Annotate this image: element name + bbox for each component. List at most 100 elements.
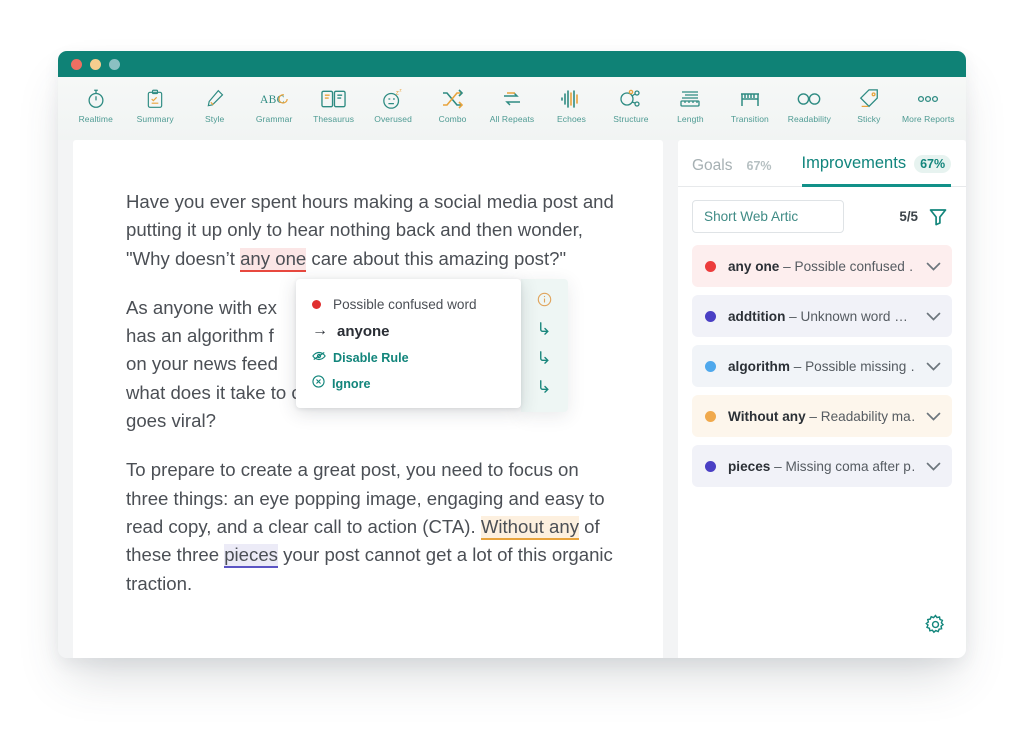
toolbar-item-all-repeats[interactable]: All Repeats <box>482 83 541 124</box>
suggestion-item[interactable]: pieces – Missing coma after p… <box>692 445 952 487</box>
toolbar-item-realtime[interactable]: Realtime <box>66 83 125 124</box>
popup-action-strip <box>521 279 568 412</box>
toolbar-item-label: Transition <box>730 114 769 124</box>
suggestion-text: pieces – Missing coma after p… <box>728 459 914 474</box>
suggestion-text: addtition – Unknown word … <box>728 309 914 324</box>
suggestion-desc: Unknown word … <box>800 308 908 324</box>
ellipsis-icon <box>913 86 943 112</box>
severity-dot-icon <box>705 310 716 322</box>
highlight-pieces[interactable]: pieces <box>224 544 278 569</box>
toolbar-item-label: Summary <box>136 114 174 124</box>
chevron-down-icon[interactable] <box>926 258 941 274</box>
apply-arrow-icon[interactable] <box>537 379 552 397</box>
toolbar-item-sticky[interactable]: Sticky <box>839 83 898 124</box>
apply-arrow-icon[interactable] <box>537 321 552 339</box>
suggestion-term: algorithm <box>728 358 790 374</box>
minimize-button[interactable] <box>90 58 101 70</box>
svg-text:z: z <box>396 89 399 96</box>
bridge-icon <box>735 86 765 112</box>
toolbar-item-label: Overused <box>374 114 412 124</box>
toolbar-item-label: More Reports <box>901 114 955 124</box>
app-window: Realtime Summary Style ABC Grammar Thesa… <box>58 51 966 658</box>
toolbar-item-more-reports[interactable]: More Reports <box>899 83 958 124</box>
waveform-icon <box>556 86 586 112</box>
p2-line1: As anyone with ex <box>126 296 277 318</box>
popup-disable-rule[interactable]: Disable Rule <box>296 345 521 370</box>
severity-dot-icon <box>705 260 716 272</box>
gear-icon[interactable] <box>925 614 946 640</box>
toolbar-item-summary[interactable]: Summary <box>125 83 184 124</box>
toolbar-item-combo[interactable]: Combo <box>423 83 482 124</box>
popup-issue-row: Possible confused word <box>296 292 521 317</box>
info-icon[interactable] <box>537 292 552 310</box>
repeat-icon <box>497 86 527 112</box>
suggestion-dash: – <box>785 308 801 324</box>
chevron-down-icon[interactable] <box>926 458 941 474</box>
toolbar-item-grammar[interactable]: ABC Grammar <box>244 83 303 124</box>
book-icon <box>319 86 349 112</box>
tab-goals-label: Goals <box>692 157 733 174</box>
eye-off-icon <box>312 350 326 365</box>
editor-pane[interactable]: Have you ever spent hours making a socia… <box>73 140 663 658</box>
workspace: Have you ever spent hours making a socia… <box>58 140 966 658</box>
popup-ignore[interactable]: Ignore <box>296 370 521 396</box>
highlight-without-any[interactable]: Without any <box>480 515 580 540</box>
suggestion-item[interactable]: Without any – Readability ma… <box>692 395 952 437</box>
toolbar-item-structure[interactable]: Structure <box>601 83 660 124</box>
p2-line3: on your news feed <box>126 353 278 375</box>
suggestion-desc: Possible confused … <box>794 258 915 274</box>
suggestion-item[interactable]: algorithm – Possible missing … <box>692 345 952 387</box>
disable-rule-wrap[interactable]: Disable Rule <box>312 350 409 365</box>
toolbar-item-thesaurus[interactable]: Thesaurus <box>304 83 363 124</box>
funnel-icon[interactable] <box>928 207 948 227</box>
suggestion-dash: – <box>805 408 821 424</box>
suggestion-dash: – <box>779 258 795 274</box>
sidebar-tabs: Goals 67% Improvements 67% <box>678 140 966 187</box>
goal-select[interactable]: Short Web Artic <box>692 200 844 233</box>
sidebar-footer <box>678 614 966 658</box>
suggestion-term: Without any <box>728 408 806 424</box>
suggestion-desc: Missing coma after p… <box>785 458 914 474</box>
suggestion-text: algorithm – Possible missing … <box>728 359 914 374</box>
toolbar-item-label: Grammar <box>255 114 293 124</box>
severity-dot-icon <box>705 360 716 372</box>
suggestion-desc: Possible missing … <box>805 358 914 374</box>
tab-goals[interactable]: Goals 67% <box>692 157 778 186</box>
arrow-right-icon: → <box>312 322 328 339</box>
toolbar-item-label: Length <box>677 114 704 124</box>
p1-after: care about this amazing post?" <box>306 247 567 269</box>
issue-dot-icon <box>312 300 321 309</box>
toolbar-item-overused[interactable]: z z Overused <box>363 83 422 124</box>
toolbar-item-transition[interactable]: Transition <box>720 83 779 124</box>
p2-line5: goes viral? <box>126 410 216 432</box>
popup-replacement-row[interactable]: → anyone <box>296 317 521 345</box>
toolbar-item-label: All Repeats <box>489 114 535 124</box>
chevron-down-icon[interactable] <box>926 408 941 424</box>
toolbar-item-label: Realtime <box>78 114 113 124</box>
tab-improvements-label: Improvements <box>801 154 907 172</box>
toolbar-item-style[interactable]: Style <box>185 83 244 124</box>
tab-improvements-percent: 67% <box>914 154 952 173</box>
toolbar-item-readability[interactable]: Readability <box>780 83 839 124</box>
tab-improvements[interactable]: Improvements 67% <box>801 154 952 187</box>
close-button[interactable] <box>71 58 82 70</box>
chevron-down-icon[interactable] <box>926 358 941 374</box>
zoom-button[interactable] <box>109 58 120 70</box>
ignore-wrap[interactable]: Ignore <box>312 375 370 391</box>
chevron-down-icon[interactable] <box>926 308 941 324</box>
suggestion-term: addtition <box>728 308 786 324</box>
suggestion-item[interactable]: addtition – Unknown word … <box>692 295 952 337</box>
p2-line2: has an algorithm f <box>126 325 274 347</box>
highlight-any-one[interactable]: any one <box>240 247 307 272</box>
nodes-icon <box>616 86 646 112</box>
suggestion-popup[interactable]: Possible confused word → anyone Disable … <box>296 279 521 408</box>
window-titlebar <box>58 51 966 77</box>
popup-replacement-word[interactable]: anyone <box>337 323 390 340</box>
toolbar-item-length[interactable]: Length <box>661 83 720 124</box>
toolbar-item-echoes[interactable]: Echoes <box>542 83 601 124</box>
suggestion-item[interactable]: any one – Possible confused … <box>692 245 952 287</box>
toolbar-item-label: Structure <box>613 114 649 124</box>
ignore-label: Ignore <box>332 377 371 391</box>
apply-arrow-icon[interactable] <box>537 350 552 368</box>
ruler-icon <box>675 86 705 112</box>
